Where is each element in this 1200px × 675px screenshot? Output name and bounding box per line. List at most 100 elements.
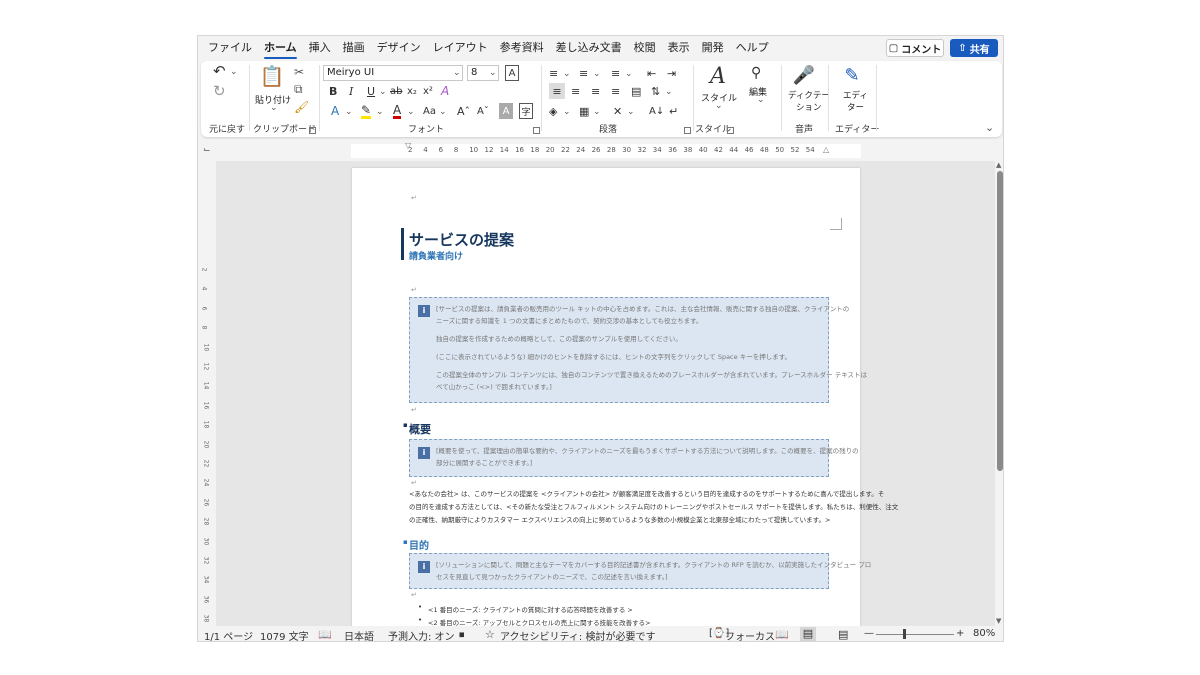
tab-10[interactable]: 開発 — [696, 36, 730, 60]
change-case-dropdown-icon[interactable]: ⌄ — [439, 104, 447, 120]
numbering-dropdown-icon[interactable]: ⌄ — [593, 66, 601, 82]
font-name-dropdown-icon[interactable]: ⌄ — [453, 68, 461, 78]
shading-dropdown-icon[interactable]: ⌄ — [563, 104, 571, 120]
line-spacing-icon[interactable]: ⇅ — [651, 83, 660, 99]
document-canvas[interactable]: ↵ サービスの提案 請負業者向け ↵ i [サービスの提案は、請負業者の販売用の… — [216, 161, 996, 627]
change-case-icon[interactable]: Aa — [423, 103, 436, 119]
document-subtitle[interactable]: 請負業者向け — [409, 249, 463, 262]
redo-icon[interactable]: ↻ — [213, 82, 226, 100]
zoom-in-icon[interactable]: + — [956, 628, 964, 639]
heading-overview[interactable]: 概要 — [409, 421, 431, 437]
vertical-scrollbar[interactable]: ▲ ▼ — [995, 161, 1003, 627]
tab-5[interactable]: レイアウト — [427, 36, 494, 60]
editor-label-1[interactable]: エディ — [843, 89, 868, 101]
horizontal-ruler[interactable]: 2 4 6 8 10 12 14 16 18 20 22 24 26 28 30 32 34 36 38 40 42 44… — [351, 144, 861, 158]
zoom-slider[interactable] — [876, 634, 954, 635]
bullets-icon[interactable]: ≡ — [549, 65, 558, 81]
borders-icon[interactable]: ▦ — [579, 103, 589, 119]
asian-layout-icon[interactable]: ✕ — [613, 103, 622, 119]
tip-box-purpose[interactable]: i [ソリューションに関して、問題と主なテーマをカバーする目的記述書が含まれます… — [409, 553, 871, 589]
styles-icon[interactable]: A — [705, 63, 731, 89]
show-marks-icon[interactable]: ↵ — [669, 103, 678, 119]
dictation-label-1[interactable]: ディクテー — [788, 89, 830, 101]
document-page[interactable]: ↵ サービスの提案 請負業者向け ↵ i [サービスの提案は、請負業者の販売用の… — [352, 168, 898, 627]
italic-icon[interactable]: I — [349, 83, 353, 99]
scroll-thumb[interactable] — [997, 171, 1003, 471]
cut-icon[interactable]: ✂ — [294, 64, 304, 80]
print-layout-icon[interactable]: ▤ — [800, 627, 816, 641]
scroll-up-icon[interactable]: ▲ — [996, 161, 1001, 169]
share-button[interactable]: ⇧ 共有 — [950, 39, 998, 57]
body-line[interactable]: の正確性、納期厳守によりカスタマー エクスペリエンスの向上に努めているような多数… — [409, 514, 830, 527]
distributed-icon[interactable]: ▤ — [631, 83, 641, 99]
tab-7[interactable]: 差し込み文書 — [550, 36, 628, 60]
borders-dropdown-icon[interactable]: ⌄ — [593, 104, 601, 120]
right-indent-icon[interactable]: △ — [823, 145, 829, 154]
language[interactable]: 日本語 — [344, 628, 374, 641]
underline-dropdown-icon[interactable]: ⌄ — [379, 84, 387, 100]
underline-icon[interactable]: U — [367, 83, 375, 99]
heading-purpose[interactable]: 目的 — [409, 537, 429, 552]
sort-icon[interactable]: A↓ — [649, 103, 664, 119]
grow-font-icon[interactable]: Aˆ — [457, 103, 470, 119]
styles-launcher-icon[interactable] — [727, 127, 734, 134]
tab-2[interactable]: 挿入 — [303, 36, 337, 60]
tab-selector-icon[interactable]: ⌙ — [203, 145, 211, 155]
subscript-icon[interactable]: x₂ — [407, 83, 417, 99]
bullets-dropdown-icon[interactable]: ⌄ — [563, 66, 571, 82]
body-line[interactable]: の目的を達成する方法としては、<その新たな受注とフルフィルメント システム向けの… — [409, 501, 898, 514]
tab-0[interactable]: ファイル — [202, 36, 258, 60]
multilevel-list-icon[interactable]: ≡ — [611, 65, 620, 81]
tab-11[interactable]: ヘルプ — [730, 36, 775, 60]
paste-dropdown-icon[interactable]: ⌄ — [270, 103, 278, 113]
page-count[interactable]: 1/1 ページ — [204, 628, 253, 641]
enclose-characters-icon[interactable]: 字 — [519, 103, 533, 119]
bold-icon[interactable]: B — [329, 83, 337, 99]
tab-1[interactable]: ホーム — [258, 36, 303, 60]
proofing-icon[interactable]: 📖 — [318, 628, 332, 641]
tab-8[interactable]: 校閲 — [628, 36, 662, 60]
zoom-out-icon[interactable]: — — [864, 628, 874, 639]
shrink-font-icon[interactable]: Aˇ — [477, 103, 489, 119]
align-center-icon[interactable]: ≡ — [571, 83, 580, 99]
editing-dropdown-icon[interactable]: ⌄ — [757, 95, 765, 105]
text-effect-dropdown-icon[interactable]: ⌄ — [345, 104, 353, 120]
tip-box-overview[interactable]: i [概要を使って、提案理由の簡単な要約や、クライアントのニーズを最もうまくサポ… — [409, 439, 859, 477]
accessibility-icon[interactable]: ☆ — [485, 628, 495, 641]
tab-3[interactable]: 描画 — [337, 36, 371, 60]
numbering-icon[interactable]: ≡ — [579, 65, 588, 81]
accessibility-status[interactable]: アクセシビリティ: 検討が必要です — [500, 628, 655, 641]
line-spacing-dropdown-icon[interactable]: ⌄ — [665, 84, 673, 100]
comment-button[interactable]: ▢ コメント — [886, 39, 944, 57]
character-shading-icon[interactable]: A — [499, 103, 513, 119]
strikethrough-icon[interactable]: ab — [390, 83, 402, 99]
text-effects-icon[interactable]: A — [441, 83, 449, 99]
clipboard-launcher-icon[interactable] — [309, 127, 316, 134]
justify-icon[interactable]: ≡ — [611, 83, 620, 99]
highlight-icon[interactable]: ✎ — [361, 103, 372, 119]
paragraph-launcher-icon[interactable] — [684, 127, 691, 134]
list-item[interactable]: <1 番目のニーズ: クライアントの質問に対する応答時間を改善する > — [428, 604, 633, 614]
font-color-dropdown-icon[interactable]: ⌄ — [407, 104, 415, 120]
styles-dropdown-icon[interactable]: ⌄ — [715, 101, 723, 111]
asian-layout-dropdown-icon[interactable]: ⌄ — [627, 104, 635, 120]
undo-dropdown-icon[interactable]: ⌄ — [230, 64, 238, 80]
editor-label-2[interactable]: ター — [847, 101, 864, 113]
microphone-icon[interactable]: 🎤 — [793, 63, 815, 87]
format-painter-icon[interactable]: 🖌 — [294, 99, 309, 115]
tab-6[interactable]: 参考資料 — [494, 36, 550, 60]
clear-formatting-icon[interactable]: A — [505, 65, 519, 81]
font-launcher-icon[interactable] — [533, 127, 540, 134]
copy-icon[interactable]: ⧉ — [294, 81, 303, 97]
superscript-icon[interactable]: x² — [423, 83, 433, 99]
decrease-indent-icon[interactable]: ⇤ — [647, 65, 656, 81]
find-icon[interactable]: ⚲ — [751, 65, 761, 81]
align-left-icon[interactable]: ≡ — [549, 83, 565, 99]
read-mode-icon[interactable]: 📖 — [775, 628, 789, 641]
first-line-indent-icon[interactable]: ▽ — [405, 141, 411, 150]
tab-9[interactable]: 表示 — [662, 36, 696, 60]
focus-mode[interactable]: フォーカス — [725, 628, 775, 641]
font-size-dropdown-icon[interactable]: ⌄ — [489, 68, 497, 78]
text-effect-a-icon[interactable]: A — [331, 103, 339, 119]
vertical-ruler[interactable]: 2 4 6 8 10 12 14 16 18 20 22 24 26 28 30 32 34 36 38 — [200, 166, 215, 626]
